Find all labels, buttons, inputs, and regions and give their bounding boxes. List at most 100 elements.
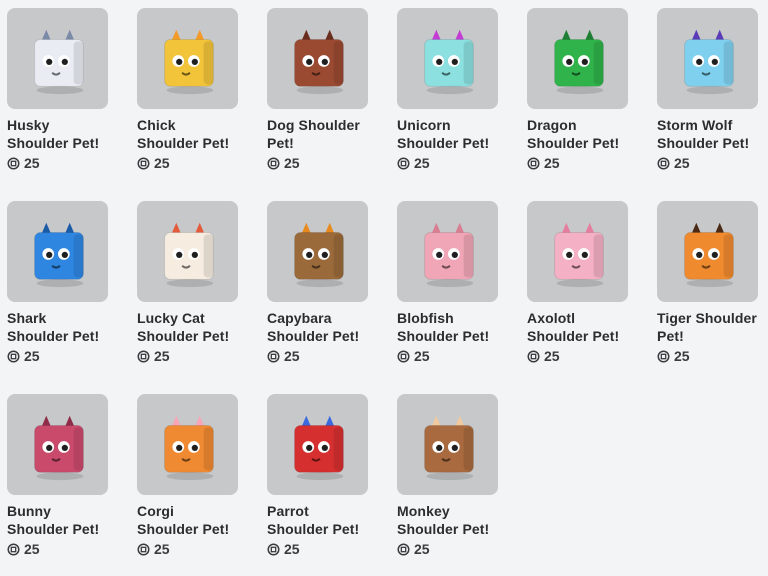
item-price-value: 25 [24,155,40,171]
item-name[interactable]: Capybara Shoulder Pet! [267,309,369,345]
robux-icon [397,542,410,556]
item-price-value: 25 [674,348,690,364]
catalog-item-card[interactable]: Corgi Shoulder Pet! 25 [137,394,239,576]
item-price-value: 25 [284,541,300,557]
robux-icon [657,349,670,363]
robux-icon [527,349,540,363]
item-price: 25 [397,541,499,557]
item-price-value: 25 [284,155,300,171]
item-thumbnail[interactable] [137,8,238,109]
item-name[interactable]: Chick Shoulder Pet! [137,116,239,152]
robux-icon [267,156,280,170]
item-thumbnail[interactable] [397,394,498,495]
item-price: 25 [137,348,239,364]
axolotl-icon [553,222,604,287]
corgi-icon [163,415,214,480]
item-thumbnail[interactable] [657,201,758,302]
item-price: 25 [7,155,109,171]
item-price: 25 [527,348,629,364]
item-name[interactable]: Bunny Shoulder Pet! [7,502,109,538]
catalog-item-card[interactable]: Husky Shoulder Pet! 25 [7,8,109,190]
item-name[interactable]: Storm Wolf Shoulder Pet! [657,116,759,152]
catalog-item-card[interactable]: Lucky Cat Shoulder Pet! 25 [137,201,239,383]
catalog-item-card[interactable]: Dog Shoulder Pet! 25 [267,8,369,190]
item-name[interactable]: Corgi Shoulder Pet! [137,502,239,538]
item-price: 25 [7,348,109,364]
catalog-item-card[interactable]: Bunny Shoulder Pet! 25 [7,394,109,576]
item-price: 25 [267,348,369,364]
item-price-value: 25 [544,155,560,171]
catalog-item-card[interactable]: Storm Wolf Shoulder Pet! 25 [657,8,759,190]
item-price: 25 [137,541,239,557]
item-thumbnail[interactable] [397,8,498,109]
item-price-value: 25 [674,155,690,171]
item-name[interactable]: Parrot Shoulder Pet! [267,502,369,538]
item-thumbnail[interactable] [267,394,368,495]
item-name[interactable]: Tiger Shoulder Pet! [657,309,759,345]
catalog-item-card[interactable]: Shark Shoulder Pet! 25 [7,201,109,383]
robux-icon [7,156,20,170]
item-price: 25 [267,155,369,171]
item-name[interactable]: Lucky Cat Shoulder Pet! [137,309,239,345]
item-price-value: 25 [154,155,170,171]
item-name[interactable]: Blobfish Shoulder Pet! [397,309,499,345]
item-thumbnail[interactable] [137,394,238,495]
item-thumbnail[interactable] [267,201,368,302]
item-price: 25 [657,155,759,171]
chick-icon [163,29,214,94]
parrot-icon [293,415,344,480]
item-thumbnail[interactable] [7,394,108,495]
unicorn-icon [423,29,474,94]
catalog-item-card[interactable]: Capybara Shoulder Pet! 25 [267,201,369,383]
item-thumbnail[interactable] [527,201,628,302]
catalog-item-card[interactable]: Axolotl Shoulder Pet! 25 [527,201,629,383]
item-price-value: 25 [544,348,560,364]
item-thumbnail[interactable] [137,201,238,302]
catalog-item-card[interactable]: Dragon Shoulder Pet! 25 [527,8,629,190]
item-name[interactable]: Dragon Shoulder Pet! [527,116,629,152]
item-thumbnail[interactable] [657,8,758,109]
bunny-icon [33,415,84,480]
item-thumbnail[interactable] [7,201,108,302]
item-price-value: 25 [154,348,170,364]
item-price-value: 25 [414,155,430,171]
item-name[interactable]: Axolotl Shoulder Pet! [527,309,629,345]
robux-icon [397,156,410,170]
storm-wolf-icon [683,29,734,94]
robux-icon [137,542,150,556]
capybara-icon [293,222,344,287]
catalog-grid: Husky Shoulder Pet! 25 Chick Shoulder Pet!… [7,8,759,576]
item-price: 25 [657,348,759,364]
catalog-item-card[interactable]: Monkey Shoulder Pet! 25 [397,394,499,576]
dog-icon [293,29,344,94]
item-price: 25 [527,155,629,171]
catalog-item-card[interactable]: Unicorn Shoulder Pet! 25 [397,8,499,190]
item-price-value: 25 [154,541,170,557]
blobfish-icon [423,222,474,287]
lucky-cat-icon [163,222,214,287]
robux-icon [7,542,20,556]
item-thumbnail[interactable] [267,8,368,109]
item-price: 25 [397,348,499,364]
catalog-item-card[interactable]: Parrot Shoulder Pet! 25 [267,394,369,576]
item-name[interactable]: Husky Shoulder Pet! [7,116,109,152]
robux-icon [267,542,280,556]
husky-icon [33,29,84,94]
catalog-item-card[interactable]: Blobfish Shoulder Pet! 25 [397,201,499,383]
item-thumbnail[interactable] [527,8,628,109]
item-price-value: 25 [284,348,300,364]
catalog-item-card[interactable]: Tiger Shoulder Pet! 25 [657,201,759,383]
item-name[interactable]: Monkey Shoulder Pet! [397,502,499,538]
dragon-icon [553,29,604,94]
item-thumbnail[interactable] [7,8,108,109]
item-price-value: 25 [24,348,40,364]
robux-icon [137,349,150,363]
item-name[interactable]: Shark Shoulder Pet! [7,309,109,345]
monkey-icon [423,415,474,480]
tiger-icon [683,222,734,287]
item-name[interactable]: Dog Shoulder Pet! [267,116,369,152]
item-thumbnail[interactable] [397,201,498,302]
item-name[interactable]: Unicorn Shoulder Pet! [397,116,499,152]
item-price: 25 [7,541,109,557]
catalog-item-card[interactable]: Chick Shoulder Pet! 25 [137,8,239,190]
